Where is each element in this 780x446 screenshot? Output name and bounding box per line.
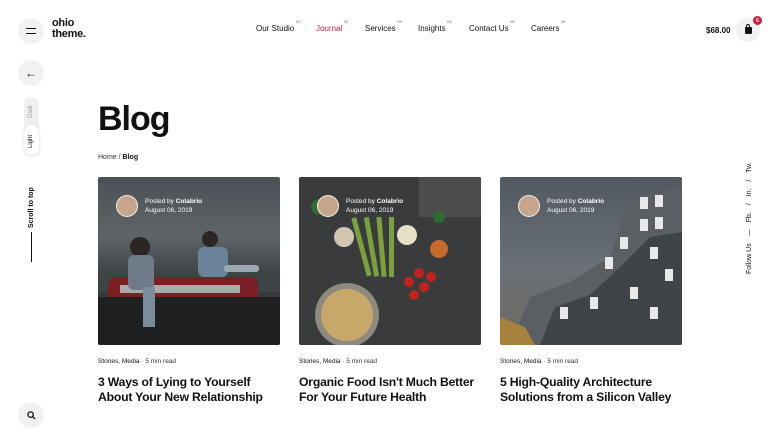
scroll-to-top-link[interactable]: Scroll to top: [28, 187, 35, 228]
social-link-facebook[interactable]: Fb.: [746, 212, 753, 222]
post-title[interactable]: Organic Food Isn't Much Better For Your …: [299, 375, 481, 405]
shopping-bag-icon: [744, 23, 752, 34]
posted-by-label: Posted by: [145, 198, 174, 205]
follow-us-label: Follow Us: [746, 243, 753, 274]
post-date: August 06, 2019: [145, 207, 193, 214]
post-card[interactable]: Posted by Colabrio August 06, 2019 Stori…: [500, 177, 682, 404]
nav-journal[interactable]: Journal 02: [316, 19, 348, 33]
follow-us: Follow Us — Fb. / In. / Tw.: [746, 157, 753, 274]
post-category-links[interactable]: Stories, Media: [299, 358, 341, 365]
breadcrumb-home[interactable]: Home: [98, 154, 117, 161]
page-title: Blog: [98, 100, 171, 138]
post-categories: Stories, Media · 5 min read: [299, 358, 378, 365]
post-card[interactable]: Posted by Colabrio August 06, 2019 Stori…: [98, 177, 280, 404]
social-separator: /: [746, 179, 753, 182]
breadcrumb: Home / Blog: [98, 154, 138, 161]
arrow-left-icon: ←: [25, 66, 37, 80]
post-meta: Posted by Colabrio August 06, 2019: [317, 195, 403, 217]
avatar[interactable]: [518, 195, 540, 217]
post-date: August 06, 2019: [547, 207, 595, 214]
breadcrumb-current: Blog: [122, 154, 139, 161]
post-meta: Posted by Colabrio August 06, 2019: [518, 195, 604, 217]
avatar[interactable]: [116, 195, 138, 217]
post-title[interactable]: 3 Ways of Lying to Yourself About Your N…: [98, 375, 280, 405]
back-button[interactable]: ←: [18, 60, 44, 86]
post-categories: Stories, Media · 5 min read: [98, 358, 177, 365]
search-button[interactable]: [18, 402, 44, 428]
post-date: August 06, 2019: [346, 207, 394, 214]
post-category-links[interactable]: Stories, Media: [500, 358, 542, 365]
nav-contact-us[interactable]: Contact Us 05: [469, 19, 515, 33]
post-author[interactable]: Colabrio: [377, 198, 403, 205]
posted-by-label: Posted by: [547, 198, 576, 205]
post-read-time: 5 min read: [346, 358, 378, 365]
nav-careers[interactable]: Careers 06: [531, 19, 565, 33]
scroll-line: [31, 232, 32, 262]
post-meta: Posted by Colabrio August 06, 2019: [116, 195, 202, 217]
post-categories: Stories, Media · 5 min read: [500, 358, 579, 365]
nav-insights[interactable]: Insights 04: [418, 19, 452, 33]
post-title[interactable]: 5 High-Quality Architecture Solutions fr…: [500, 375, 682, 405]
social-separator: /: [746, 203, 753, 206]
nav-services[interactable]: Services 03: [365, 19, 402, 33]
cart-total[interactable]: $68.00: [706, 26, 730, 35]
post-author[interactable]: Colabrio: [176, 198, 202, 205]
post-read-time: 5 min read: [547, 358, 579, 365]
post-image[interactable]: Posted by Colabrio August 06, 2019: [299, 177, 481, 345]
main-nav: Our Studio 01 Journal 02 Services 03 Insigh…: [0, 19, 780, 38]
avatar[interactable]: [317, 195, 339, 217]
post-image[interactable]: Posted by Colabrio August 06, 2019: [500, 177, 682, 345]
search-icon: [26, 410, 36, 420]
post-image[interactable]: Posted by Colabrio August 06, 2019: [98, 177, 280, 345]
site-header: ohio theme. Our Studio 01 Journal 02 Servi…: [0, 0, 780, 60]
breadcrumb-separator: /: [118, 154, 121, 161]
follow-dash: —: [746, 229, 753, 237]
post-author[interactable]: Colabrio: [578, 198, 604, 205]
post-card[interactable]: Posted by Colabrio August 06, 2019 Stori…: [299, 177, 481, 404]
post-category-links[interactable]: Stories, Media: [98, 358, 140, 365]
nav-our-studio[interactable]: Our Studio 01: [256, 19, 300, 33]
posted-by-label: Posted by: [346, 198, 375, 205]
social-link-twitter[interactable]: Tw.: [746, 162, 753, 173]
theme-light-label[interactable]: Light: [28, 135, 34, 148]
theme-dark-label[interactable]: Dark: [28, 105, 34, 118]
social-link-instagram[interactable]: In.: [746, 189, 753, 197]
cart-count-badge: 6: [753, 16, 762, 25]
post-read-time: 5 min read: [145, 358, 177, 365]
